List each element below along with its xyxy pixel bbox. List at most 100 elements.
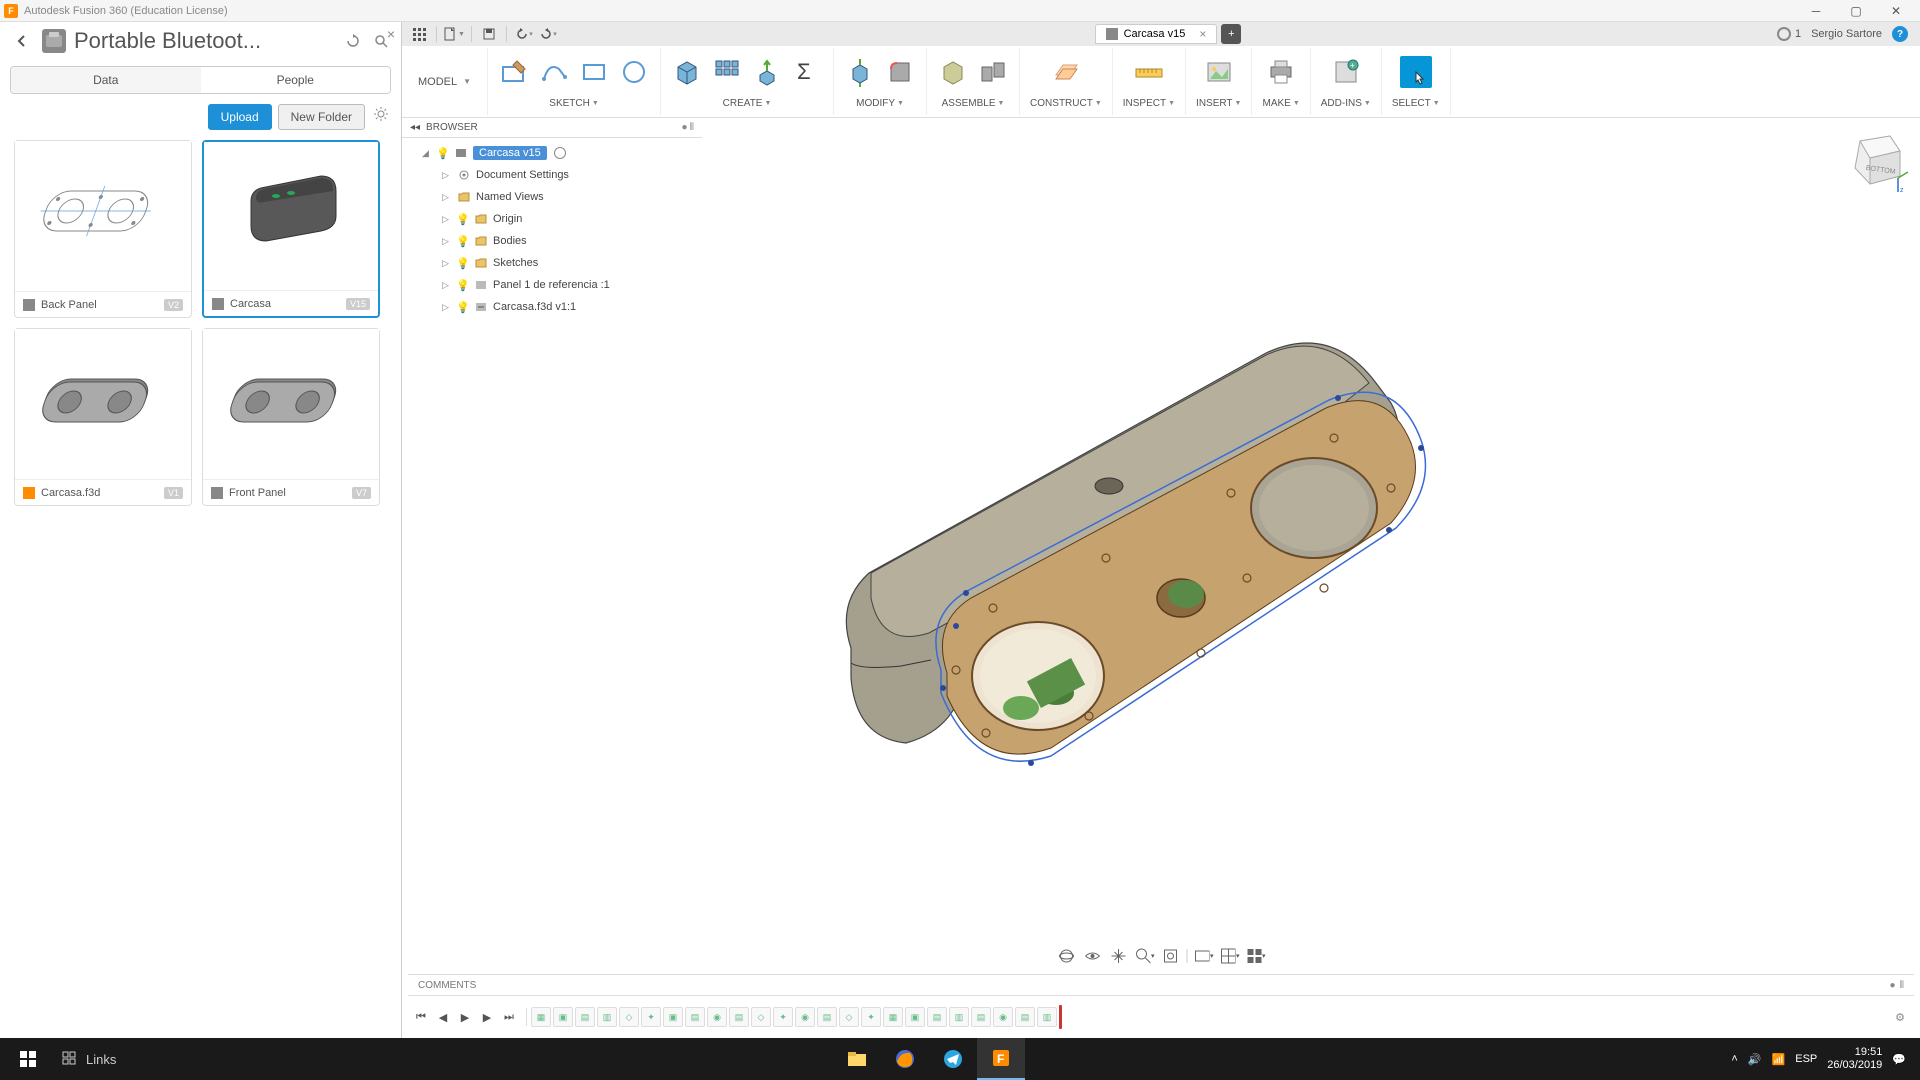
fillet-icon[interactable] xyxy=(884,56,916,88)
expand-arrow-icon[interactable]: ▷ xyxy=(442,192,452,203)
expand-arrow-icon[interactable]: ▷ xyxy=(442,214,452,225)
network-icon[interactable]: 📶 xyxy=(1772,1053,1786,1066)
tree-node[interactable]: ▷ 💡 Sketches xyxy=(402,252,702,274)
timeline-feature[interactable]: ◉ xyxy=(707,1007,727,1027)
timeline-operations[interactable]: ▦ ▣ ▤ ▥ ◇ ✦ ▣ ▤ ◉ ▤ ◇ ✦ ◉ ▤ ◇ ✦ ▦ xyxy=(531,1005,1886,1029)
timeline-feature[interactable]: ◇ xyxy=(619,1007,639,1027)
grid-app-button[interactable] xyxy=(408,24,430,44)
visibility-icon[interactable]: 💡 xyxy=(457,257,469,269)
timeline-feature[interactable]: ▤ xyxy=(817,1007,837,1027)
upload-button[interactable]: Upload xyxy=(208,104,272,130)
fusion-icon[interactable]: F xyxy=(977,1038,1025,1080)
active-ring-icon[interactable] xyxy=(554,147,566,159)
close-panel-button[interactable]: × xyxy=(387,26,395,42)
timeline-feature[interactable]: ▣ xyxy=(663,1007,683,1027)
joint-icon[interactable] xyxy=(977,56,1009,88)
tree-node[interactable]: ▷ Document Settings xyxy=(402,164,702,186)
minimize-button[interactable]: ─ xyxy=(1796,1,1836,21)
viewport-icon[interactable]: ▾ xyxy=(1246,946,1266,966)
job-status[interactable]: 1 xyxy=(1777,27,1801,41)
undo-button[interactable]: ▾ xyxy=(513,24,535,44)
timeline-feature[interactable]: ▤ xyxy=(685,1007,705,1027)
timeline-feature[interactable]: ▤ xyxy=(729,1007,749,1027)
timeline-feature[interactable]: ▤ xyxy=(971,1007,991,1027)
start-button[interactable] xyxy=(4,1038,52,1080)
help-button[interactable]: ? xyxy=(1892,26,1908,42)
design-card[interactable]: Front Panel V7 xyxy=(202,328,380,506)
tree-node[interactable]: ▷ 💡 Origin xyxy=(402,208,702,230)
expand-arrow-icon[interactable]: ▷ xyxy=(442,258,452,269)
collapse-arrow-icon[interactable]: ◢ xyxy=(422,148,432,159)
resize-handle[interactable]: ⦀ xyxy=(1900,980,1904,991)
resize-handle[interactable]: ⦀ xyxy=(690,122,694,133)
timeline-next-button[interactable]: ▶ xyxy=(478,1008,496,1026)
comments-bar[interactable]: COMMENTS ●⦀ xyxy=(408,974,1914,996)
display-settings-icon[interactable]: ▾ xyxy=(1194,946,1214,966)
timeline-feature[interactable]: ▥ xyxy=(949,1007,969,1027)
design-card[interactable]: Carcasa V15 xyxy=(202,140,380,318)
timeline-options-button[interactable]: ⚙ xyxy=(1890,1007,1910,1027)
timeline-feature[interactable]: ◉ xyxy=(993,1007,1013,1027)
timeline-start-button[interactable]: ⏮ xyxy=(412,1008,430,1026)
file-menu-button[interactable]: ▼ xyxy=(443,24,465,44)
visibility-icon[interactable]: 💡 xyxy=(437,147,449,159)
expand-arrow-icon[interactable]: ▷ xyxy=(442,280,452,291)
zoom-icon[interactable]: ▾ xyxy=(1135,946,1155,966)
tree-node[interactable]: ▷ 💡 Panel 1 de referencia :1 xyxy=(402,274,702,296)
timeline-feature[interactable]: ◇ xyxy=(839,1007,859,1027)
expand-arrow-icon[interactable]: ▷ xyxy=(442,302,452,313)
timeline-feature[interactable]: ▣ xyxy=(905,1007,925,1027)
timeline-end-button[interactable]: ⏭ xyxy=(500,1008,518,1026)
design-card[interactable]: Carcasa.f3d V1 xyxy=(14,328,192,506)
line-icon[interactable] xyxy=(538,56,570,88)
visibility-icon[interactable]: 💡 xyxy=(457,235,469,247)
timeline-feature[interactable]: ▥ xyxy=(597,1007,617,1027)
timeline-feature[interactable]: ◉ xyxy=(795,1007,815,1027)
create-sketch-icon[interactable] xyxy=(498,56,530,88)
redo-button[interactable]: ▾ xyxy=(537,24,559,44)
component-icon[interactable] xyxy=(937,56,969,88)
expand-arrow-icon[interactable]: ▷ xyxy=(442,170,452,181)
settings-button[interactable] xyxy=(371,104,391,124)
collapse-icon[interactable]: ◂◂ xyxy=(410,122,420,133)
maximize-button[interactable]: ▢ xyxy=(1836,1,1876,21)
fit-icon[interactable] xyxy=(1161,946,1181,966)
taskbar-search[interactable]: Links xyxy=(52,1051,126,1067)
timeline-feature[interactable]: ▤ xyxy=(1015,1007,1035,1027)
timeline-feature[interactable]: ▦ xyxy=(883,1007,903,1027)
select-icon[interactable] xyxy=(1400,56,1432,88)
document-tab[interactable]: Carcasa v15 × xyxy=(1095,24,1218,44)
language-indicator[interactable]: ESP xyxy=(1795,1053,1817,1065)
refresh-button[interactable] xyxy=(343,31,363,51)
box-icon[interactable] xyxy=(671,56,703,88)
back-button[interactable] xyxy=(10,29,34,53)
timeline-feature[interactable]: ✦ xyxy=(861,1007,881,1027)
expand-arrow-icon[interactable]: ▷ xyxy=(442,236,452,247)
orbit-icon[interactable] xyxy=(1057,946,1077,966)
visibility-icon[interactable]: 💡 xyxy=(457,213,469,225)
look-icon[interactable] xyxy=(1083,946,1103,966)
user-name[interactable]: Sergio Sartore xyxy=(1811,28,1882,40)
clock[interactable]: 19:51 26/03/2019 xyxy=(1827,1046,1882,1072)
pin-icon[interactable]: ● xyxy=(1890,980,1896,991)
measure-icon[interactable] xyxy=(1133,56,1165,88)
close-tab-button[interactable]: × xyxy=(1199,27,1206,41)
firefox-icon[interactable] xyxy=(881,1038,929,1080)
viewport[interactable]: ◂◂ BROWSER ●⦀ ◢ 💡 Carcasa v15 ▷ xyxy=(402,118,1920,1038)
viewcube[interactable]: BOTTOM z xyxy=(1840,126,1910,196)
extrude-icon[interactable] xyxy=(751,56,783,88)
design-card[interactable]: Back Panel V2 xyxy=(14,140,192,318)
circle-icon[interactable] xyxy=(618,56,650,88)
telegram-icon[interactable] xyxy=(929,1038,977,1080)
print-icon[interactable] xyxy=(1265,56,1297,88)
tab-people[interactable]: People xyxy=(201,67,391,93)
insert-icon[interactable] xyxy=(1203,56,1235,88)
visibility-icon[interactable]: 💡 xyxy=(457,279,469,291)
timeline-feature[interactable]: ▤ xyxy=(575,1007,595,1027)
timeline-play-button[interactable]: ▶ xyxy=(456,1008,474,1026)
press-pull-icon[interactable] xyxy=(844,56,876,88)
timeline-feature[interactable]: ◇ xyxy=(751,1007,771,1027)
addins-icon[interactable]: + xyxy=(1330,56,1362,88)
timeline-feature[interactable]: ▦ xyxy=(531,1007,551,1027)
close-window-button[interactable]: ✕ xyxy=(1876,1,1916,21)
